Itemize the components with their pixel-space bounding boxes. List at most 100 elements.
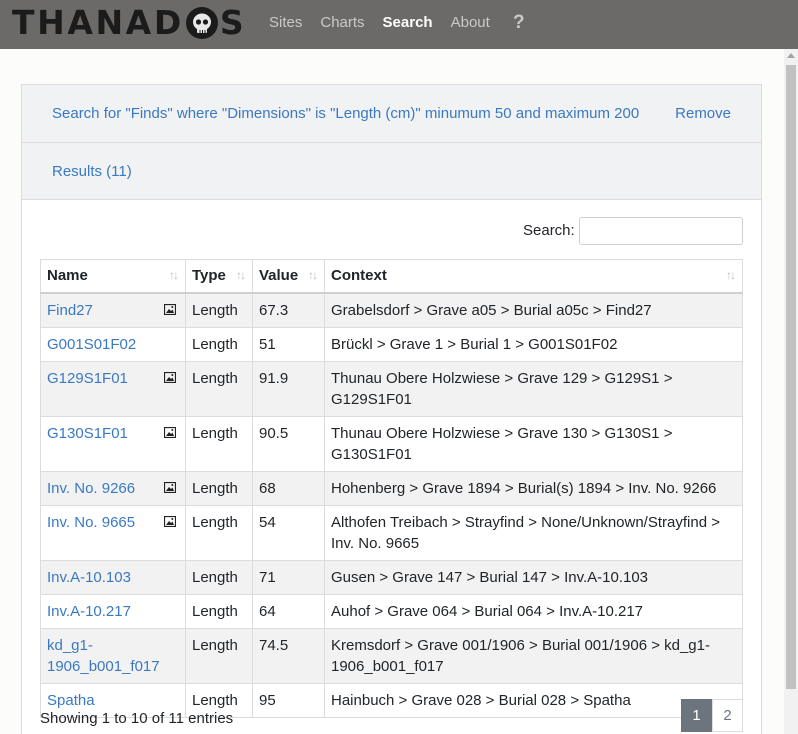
table-row: Inv. No. 9266 Length 68 Hohenberg > Grave 1… (40, 470, 743, 506)
cell-type: Length (185, 326, 253, 362)
column-header-name-label: Name (47, 267, 88, 285)
table-row: Find27 Length 67.3 Grabelsdorf > Grave a05 … (40, 292, 743, 328)
query-description[interactable]: Search for "Finds" where "Dimensions" is… (52, 105, 639, 122)
column-header-context-label: Context (331, 267, 387, 285)
cell-name: kd_g1-1906_b001_f017 (40, 627, 186, 684)
brand-text-right: S (219, 3, 247, 42)
cell-context: Grabelsdorf > Grave a05 > Burial a05c > … (324, 292, 743, 328)
table-row: G129S1F01 Length 91.9 Thunau Obere Holzwies… (40, 360, 743, 417)
cell-name: G129S1F01 (40, 360, 186, 417)
query-header: Search for "Finds" where "Dimensions" is… (22, 85, 761, 143)
skull-icon (185, 7, 218, 39)
cell-type: Length (185, 593, 253, 629)
find-link[interactable]: Find27 (47, 302, 93, 319)
navbar: THANAD S Sites Charts Search About ? (0, 0, 798, 49)
cell-value: 51 (252, 326, 325, 362)
cell-context: Auhof > Grave 064 > Burial 064 > Inv.A-1… (324, 593, 743, 629)
cell-name: Find27 (40, 292, 186, 328)
results-table: Name ↑↓ Type ↑↓ Value ↑↓ Context ↑↓ Find27 Le… (40, 259, 743, 718)
cell-context: Hohenberg > Grave 1894 > Burial(s) 1894 … (324, 470, 743, 506)
cell-context: Althofen Treibach > Strayfind > None/Unk… (324, 504, 743, 561)
sort-icon: ↑↓ (236, 268, 246, 282)
nav-menu: Sites Charts Search About (269, 14, 508, 32)
cell-type: Length (185, 415, 253, 472)
table-row: kd_g1-1906_b001_f017 Length 74.5 Kremsdorf … (40, 627, 743, 684)
find-link[interactable]: G129S1F01 (47, 370, 128, 387)
table-row: Inv.A-10.103 Length 71 Gusen > Grave 147 > … (40, 559, 743, 595)
column-header-type-label: Type (192, 267, 226, 285)
pagination: 1 2 (681, 699, 743, 732)
find-link[interactable]: G130S1F01 (47, 425, 128, 442)
cell-name: G130S1F01 (40, 415, 186, 472)
remove-link[interactable]: Remove (675, 105, 731, 122)
cell-type: Length (185, 292, 253, 328)
nav-item-about[interactable]: About (451, 14, 490, 32)
find-link[interactable]: Inv.A-10.217 (47, 603, 131, 620)
scrollbar-thumb[interactable] (786, 65, 796, 689)
cell-type: Length (185, 627, 253, 684)
find-link[interactable]: Inv. No. 9266 (47, 480, 135, 497)
cell-value: 68 (252, 470, 325, 506)
scroll-up-icon[interactable] (787, 53, 795, 58)
image-icon (164, 515, 176, 527)
nav-item-charts[interactable]: Charts (320, 14, 364, 32)
cell-name: Inv. No. 9665 (40, 504, 186, 561)
cell-name: Inv. No. 9266 (40, 470, 186, 506)
column-header-context[interactable]: Context ↑↓ (324, 259, 743, 294)
sort-icon: ↑↓ (726, 268, 736, 282)
cell-value: 67.3 (252, 292, 325, 328)
sort-icon: ↑↓ (308, 268, 318, 282)
nav-item-sites[interactable]: Sites (269, 14, 302, 32)
cell-type: Length (185, 559, 253, 595)
find-link[interactable]: kd_g1-1906_b001_f017 (47, 637, 160, 675)
table-info: Showing 1 to 10 of 11 entries (40, 710, 234, 727)
search-input[interactable] (579, 217, 743, 245)
table-row: Inv. No. 9665 Length 54 Althofen Treibach >… (40, 504, 743, 561)
cell-value: 64 (252, 593, 325, 629)
page-button-1[interactable]: 1 (681, 699, 712, 732)
help-button[interactable]: ? (513, 12, 525, 34)
results-header: Results (11) (22, 143, 761, 200)
cell-value: 95 (252, 682, 325, 718)
table-header-row: Name ↑↓ Type ↑↓ Value ↑↓ Context ↑↓ (40, 259, 743, 294)
find-link[interactable]: Inv. No. 9665 (47, 514, 135, 531)
brand-logo[interactable]: THANAD S (12, 6, 246, 40)
find-link[interactable]: Inv.A-10.103 (47, 569, 131, 586)
column-header-name[interactable]: Name ↑↓ (40, 259, 186, 294)
image-icon (164, 371, 176, 383)
cell-type: Length (185, 504, 253, 561)
scrollbar[interactable] (784, 49, 798, 734)
cell-name: G001S01F02 (40, 326, 186, 362)
results-toggle[interactable]: Results (11) (52, 163, 132, 180)
cell-type: Length (185, 360, 253, 417)
sort-icon: ↑↓ (169, 268, 179, 282)
cell-value: 91.9 (252, 360, 325, 417)
find-link[interactable]: G001S01F02 (47, 336, 136, 353)
find-link[interactable]: Spatha (47, 692, 95, 709)
table-row: Inv.A-10.217 Length 64 Auhof > Grave 064 > … (40, 593, 743, 629)
cell-value: 54 (252, 504, 325, 561)
page-button-2[interactable]: 2 (712, 699, 743, 732)
cell-context: Thunau Obere Holzwiese > Grave 130 > G13… (324, 415, 743, 472)
column-header-value[interactable]: Value ↑↓ (252, 259, 325, 294)
brand-text-left: THANAD (12, 3, 184, 42)
cell-context: Gusen > Grave 147 > Burial 147 > Inv.A-1… (324, 559, 743, 595)
table-row: G130S1F01 Length 90.5 Thunau Obere Holzwies… (40, 415, 743, 472)
column-header-type[interactable]: Type ↑↓ (185, 259, 253, 294)
cell-context: Hainbuch > Grave 028 > Burial 028 > Spat… (324, 682, 743, 718)
cell-context: Brückl > Grave 1 > Burial 1 > G001S01F02 (324, 326, 743, 362)
column-header-value-label: Value (259, 267, 299, 285)
cell-type: Length (185, 470, 253, 506)
table-body: Find27 Length 67.3 Grabelsdorf > Grave a05 … (40, 292, 743, 718)
cell-context: Kremsdorf > Grave 001/1906 > Burial 001/… (324, 627, 743, 684)
cell-value: 71 (252, 559, 325, 595)
nav-item-search[interactable]: Search (383, 14, 433, 32)
search-label: Search: (523, 222, 575, 239)
image-icon (164, 426, 176, 438)
cell-value: 74.5 (252, 627, 325, 684)
image-icon (164, 303, 176, 315)
cell-name: Inv.A-10.103 (40, 559, 186, 595)
cell-value: 90.5 (252, 415, 325, 472)
table-row: G001S01F02 Length 51 Brückl > Grave 1 > Bur… (40, 326, 743, 362)
cell-context: Thunau Obere Holzwiese > Grave 129 > G12… (324, 360, 743, 417)
